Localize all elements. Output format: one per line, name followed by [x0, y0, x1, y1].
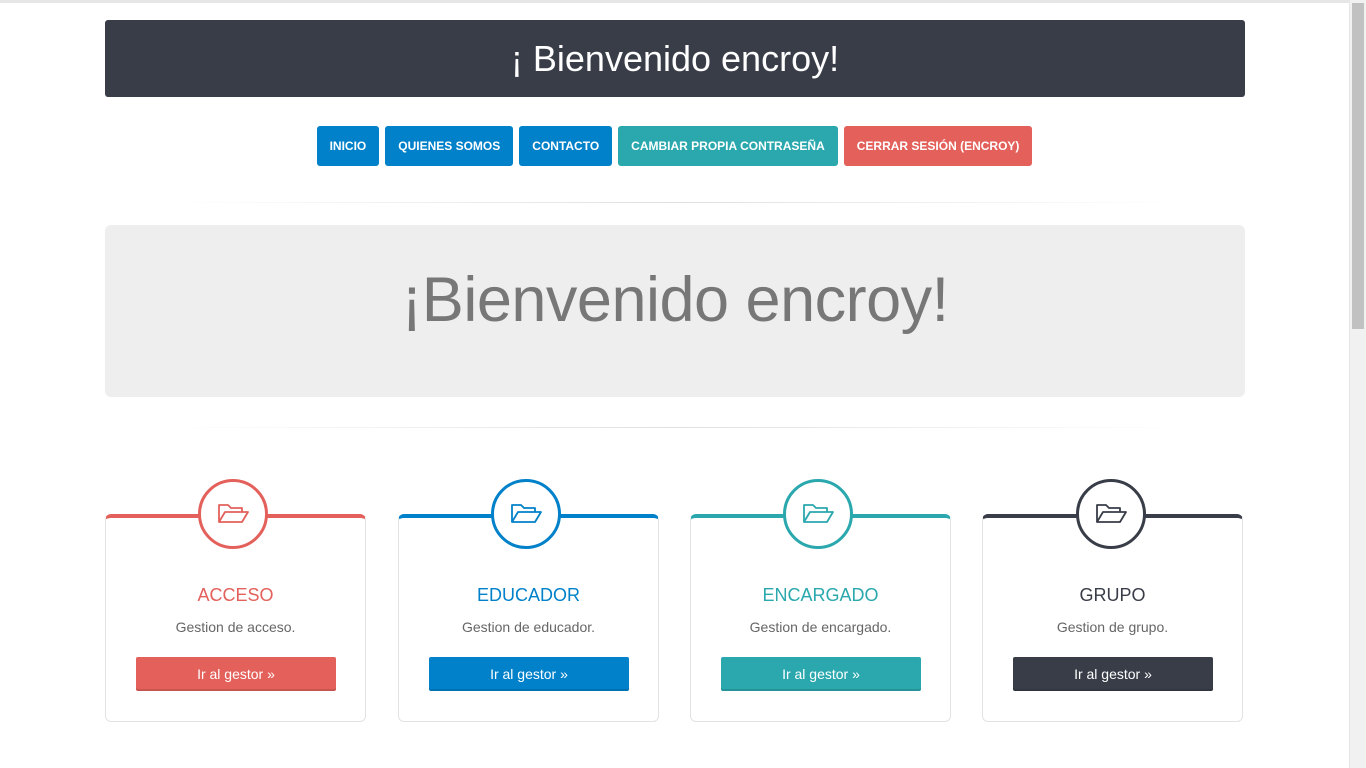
header-title: ¡ Bienvenido encroy! — [510, 38, 840, 79]
ir-al-gestor-button[interactable]: Ir al gestor » — [136, 657, 336, 691]
vertical-scrollbar[interactable] — [1349, 0, 1366, 768]
nav-logout-button[interactable]: CERRAR SESIÓN (ENCROY) — [843, 126, 1033, 166]
scrollbar-thumb[interactable] — [1352, 3, 1364, 329]
nav-change-password-button[interactable]: CAMBIAR PROPIA CONTRASEÑA — [618, 126, 838, 166]
ir-al-gestor-button[interactable]: Ir al gestor » — [1013, 657, 1213, 691]
divider — [165, 202, 1185, 203]
ir-al-gestor-button[interactable]: Ir al gestor » — [721, 657, 921, 691]
nav-inicio-button[interactable]: INICIO — [316, 126, 380, 166]
folder-open-icon — [491, 479, 561, 549]
card-description: Gestion de encargado. — [749, 619, 892, 635]
card-description: Gestion de educador. — [461, 619, 596, 635]
card-title: ENCARGADO — [762, 585, 879, 605]
jumbotron-title: ¡Bienvenido encroy! — [401, 265, 949, 335]
ir-al-gestor-button[interactable]: Ir al gestor » — [429, 657, 629, 691]
page: ¡ Bienvenido encroy! INICIO QUIENES SOMO… — [0, 0, 1366, 768]
top-border — [0, 0, 1349, 3]
nav-contacto-button[interactable]: CONTACTO — [519, 126, 613, 166]
folder-open-icon — [783, 479, 853, 549]
header-banner: ¡ Bienvenido encroy! — [105, 20, 1245, 97]
card-title: EDUCADOR — [476, 585, 580, 605]
folder-open-icon — [1076, 479, 1146, 549]
card-title: ACCESO — [197, 585, 274, 605]
card-description: Gestion de acceso. — [175, 619, 296, 635]
welcome-jumbotron: ¡Bienvenido encroy! — [105, 225, 1245, 397]
card-description: Gestion de grupo. — [1056, 619, 1169, 635]
main-nav: INICIO QUIENES SOMOS CONTACTO CAMBIAR PR… — [0, 126, 1349, 166]
module-cards: ACCESO Gestion de acceso. Ir al gestor »… — [105, 479, 1245, 739]
card-title: GRUPO — [1079, 585, 1146, 605]
divider — [165, 427, 1185, 428]
nav-quienes-somos-button[interactable]: QUIENES SOMOS — [385, 126, 514, 166]
folder-open-icon — [198, 479, 268, 549]
